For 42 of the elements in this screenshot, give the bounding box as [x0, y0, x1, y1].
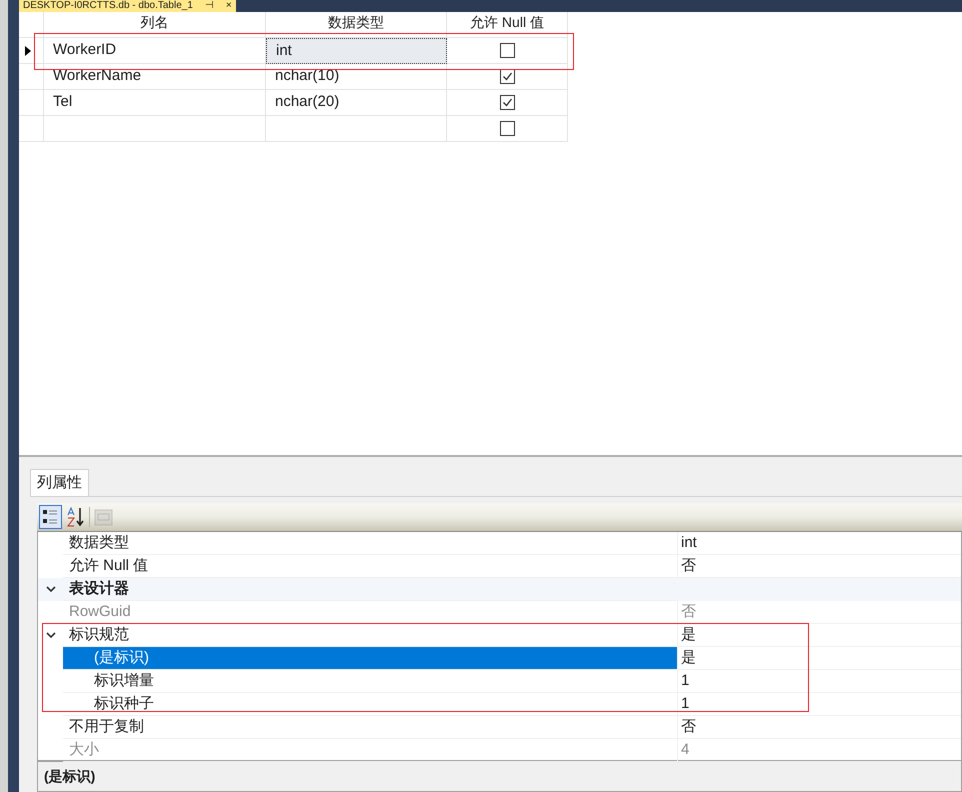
row-pointer-icon [25, 46, 31, 56]
property-value[interactable]: 1 [677, 670, 961, 693]
checked-checkbox[interactable] [500, 95, 514, 110]
property-name[interactable]: (是标识) [63, 647, 677, 670]
check-icon [502, 71, 512, 82]
table-cell[interactable]: WorkerID [44, 38, 266, 64]
table-cell[interactable]: nchar(10) [266, 64, 447, 90]
column-header: 列名 [44, 12, 266, 38]
column-header: 允许 Null 值 [447, 12, 568, 38]
property-value[interactable]: 是 [677, 624, 961, 647]
property-name[interactable]: 标识增量 [63, 670, 677, 693]
property-name[interactable]: 数据类型 [63, 532, 677, 555]
pin-icon[interactable]: ⊣ [204, 1, 214, 11]
table-cell[interactable]: Tel [44, 90, 266, 116]
property-value[interactable]: 1 [677, 693, 961, 716]
table-cell[interactable] [266, 116, 447, 142]
sort-az-icon [66, 507, 86, 527]
properties-tab[interactable]: 列属性 [30, 469, 89, 496]
check-icon [502, 97, 512, 108]
row-header[interactable] [19, 38, 44, 64]
table-cell[interactable]: nchar(20) [266, 90, 447, 116]
property-pages-icon [94, 508, 113, 526]
table-cell[interactable] [44, 116, 266, 142]
corner-header [19, 12, 44, 38]
table-cell[interactable]: WorkerName [44, 64, 266, 90]
chevron-icon[interactable] [46, 586, 56, 593]
description-title: (是标识) [44, 768, 96, 784]
checkbox[interactable] [500, 43, 514, 58]
close-icon[interactable]: × [226, 1, 232, 11]
document-tab[interactable]: DESKTOP-I0RCTTS.db - dbo.Table_1 ⊣ × [19, 0, 236, 12]
property-name[interactable]: 标识种子 [63, 693, 677, 716]
checkbox[interactable] [500, 121, 514, 136]
property-value[interactable]: 否 [677, 716, 961, 739]
property-value[interactable]: 是 [677, 647, 961, 670]
property-value[interactable]: int [677, 532, 961, 555]
chevron-icon[interactable] [46, 632, 56, 639]
checked-checkbox[interactable] [500, 69, 514, 84]
document-tab-title: DESKTOP-I0RCTTS.db - dbo.Table_1 [23, 1, 193, 11]
table-cell[interactable]: int [266, 38, 447, 64]
property-name[interactable]: 不用于复制 [63, 716, 677, 739]
categorized-list-icon [42, 508, 59, 526]
categorized-view-button[interactable] [39, 505, 62, 529]
